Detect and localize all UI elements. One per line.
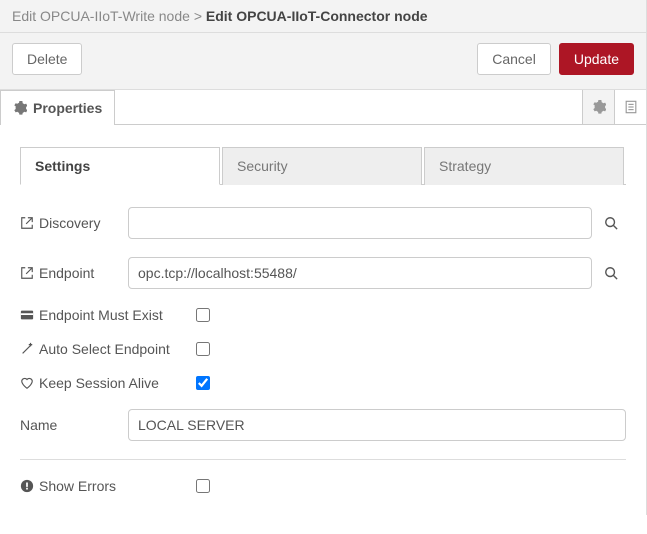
discovery-label: Discovery — [39, 215, 100, 231]
divider — [20, 459, 626, 460]
tab-strategy[interactable]: Strategy — [424, 147, 624, 185]
auto-select-label: Auto Select Endpoint — [39, 341, 170, 357]
row-endpoint: Endpoint — [20, 257, 626, 289]
editor-panel: Edit OPCUA-IIoT-Write node > Edit OPCUA-… — [0, 0, 647, 515]
row-show-errors: Show Errors — [20, 478, 626, 494]
show-errors-checkbox[interactable] — [196, 479, 210, 493]
heart-icon — [20, 376, 34, 390]
document-icon — [624, 100, 638, 114]
wand-icon — [20, 342, 34, 356]
tab-properties-label: Properties — [33, 100, 102, 116]
show-errors-label: Show Errors — [39, 478, 116, 494]
search-icon — [604, 216, 618, 230]
breadcrumb-current: Edit OPCUA-IIoT-Connector node — [206, 8, 428, 24]
warning-icon — [20, 479, 34, 493]
name-input[interactable] — [128, 409, 626, 441]
endpoint-must-exist-checkbox[interactable] — [196, 308, 210, 322]
gear-icon — [13, 101, 27, 115]
toolbar: Delete Cancel Update — [0, 33, 646, 90]
card-icon — [20, 308, 34, 322]
breadcrumb-sep: > — [194, 8, 202, 24]
row-keep-session: Keep Session Alive — [20, 375, 626, 391]
keep-session-label: Keep Session Alive — [39, 375, 159, 391]
tab-properties[interactable]: Properties — [0, 90, 115, 125]
inner-tabs: Settings Security Strategy — [20, 147, 626, 185]
gear-icon — [592, 100, 606, 114]
cancel-button[interactable]: Cancel — [477, 43, 551, 75]
keep-session-checkbox[interactable] — [196, 376, 210, 390]
external-link-icon — [20, 266, 34, 280]
breadcrumb-prev[interactable]: Edit OPCUA-IIoT-Write node — [12, 8, 190, 24]
settings-icon-button[interactable] — [582, 90, 614, 124]
section-tabs: Properties — [0, 90, 646, 125]
breadcrumb: Edit OPCUA-IIoT-Write node > Edit OPCUA-… — [0, 0, 646, 33]
discovery-search-button[interactable] — [596, 207, 626, 239]
endpoint-input[interactable] — [128, 257, 592, 289]
external-link-icon — [20, 216, 34, 230]
content-area: Settings Security Strategy Discovery End… — [0, 125, 646, 534]
row-endpoint-must-exist: Endpoint Must Exist — [20, 307, 626, 323]
search-icon — [604, 266, 618, 280]
row-discovery: Discovery — [20, 207, 626, 239]
row-auto-select: Auto Select Endpoint — [20, 341, 626, 357]
tab-security[interactable]: Security — [222, 147, 422, 185]
doc-icon-button[interactable] — [614, 90, 646, 124]
row-name: Name — [20, 409, 626, 441]
endpoint-search-button[interactable] — [596, 257, 626, 289]
endpoint-label: Endpoint — [39, 265, 94, 281]
delete-button[interactable]: Delete — [12, 43, 82, 75]
discovery-input[interactable] — [128, 207, 592, 239]
name-label: Name — [20, 417, 57, 433]
tab-settings[interactable]: Settings — [20, 147, 220, 185]
update-button[interactable]: Update — [559, 43, 634, 75]
endpoint-must-exist-label: Endpoint Must Exist — [39, 307, 163, 323]
auto-select-checkbox[interactable] — [196, 342, 210, 356]
